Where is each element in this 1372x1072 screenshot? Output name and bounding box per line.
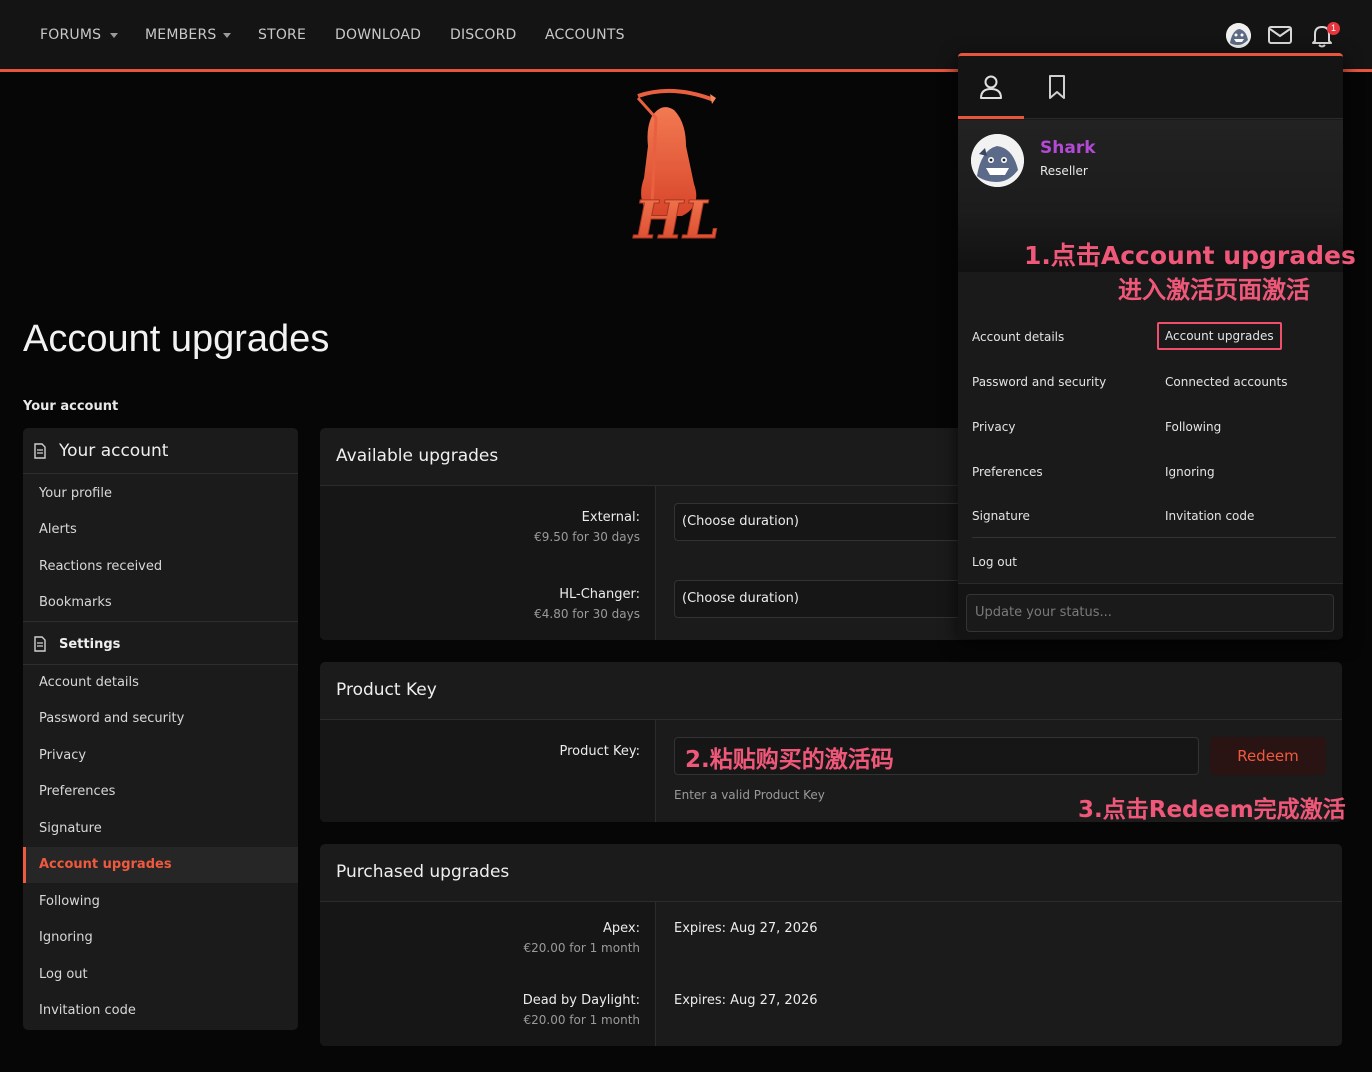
product-key-hint: Enter a valid Product Key	[674, 788, 825, 802]
upgrade-price: €9.50 for 30 days	[534, 530, 640, 544]
sidebar-group-title: Your account	[59, 441, 169, 461]
menu-link-log-out[interactable]: Log out	[972, 555, 1017, 569]
menu-tabs	[958, 56, 1343, 119]
expiry-text: Expires: Aug 27, 2026	[674, 993, 818, 1008]
sidebar-item-log-out[interactable]: Log out	[23, 957, 298, 993]
annotation-step3: 3.点击Redeem完成激活	[1078, 797, 1346, 823]
nav-store[interactable]: STORE	[258, 27, 306, 43]
annotation-step2: 2.粘贴购买的激活码	[685, 747, 894, 773]
menu-link-connected-accounts[interactable]: Connected accounts	[1165, 375, 1288, 389]
user-role: Reseller	[1040, 164, 1088, 178]
annotation-step1-line1: 1.点击Account upgrades	[1024, 241, 1356, 270]
breadcrumb[interactable]: Your account	[23, 399, 118, 414]
sidebar-item-following[interactable]: Following	[23, 884, 298, 920]
annotation-step1-line2: 进入激活页面激活	[1118, 276, 1310, 304]
label-column	[320, 720, 656, 822]
sidebar-item-your-profile[interactable]: Your profile	[23, 476, 298, 512]
upgrade-price: €4.80 for 30 days	[534, 607, 640, 621]
nav-discord[interactable]: DISCORD	[450, 27, 517, 43]
sidebar-item-preferences[interactable]: Preferences	[23, 774, 298, 810]
sidebar-group-settings: Settings	[23, 621, 298, 665]
sidebar-item-ignoring[interactable]: Ignoring	[23, 920, 298, 956]
document-icon	[34, 636, 46, 656]
avatar[interactable]	[1226, 23, 1251, 48]
purchased-price: €20.00 for 1 month	[523, 1013, 640, 1027]
sidebar-item-privacy[interactable]: Privacy	[23, 738, 298, 774]
menu-link-privacy[interactable]: Privacy	[972, 420, 1015, 434]
avatar[interactable]	[971, 134, 1024, 187]
nav-members[interactable]: MEMBERS	[145, 27, 216, 43]
menu-link-account-upgrades[interactable]: Account upgrades	[1157, 322, 1282, 350]
notification-badge: 1	[1327, 22, 1340, 35]
username-link[interactable]: Shark	[1040, 138, 1096, 158]
purchased-label: Dead by Daylight:	[522, 993, 640, 1008]
status-input[interactable]: Update your status...	[966, 594, 1334, 632]
site-logo[interactable]: HL	[622, 88, 734, 252]
nav-forums[interactable]: FORUMS	[40, 27, 101, 43]
purchased-price: €20.00 for 1 month	[523, 941, 640, 955]
tab-account[interactable]	[958, 56, 1024, 119]
chevron-down-icon[interactable]	[110, 33, 118, 38]
sidebar-item-password-security[interactable]: Password and security	[23, 701, 298, 737]
menu-link-account-details[interactable]: Account details	[972, 330, 1064, 344]
menu-link-following[interactable]: Following	[1165, 420, 1221, 434]
product-key-label: Product Key:	[559, 744, 641, 759]
block-title: Product Key	[320, 662, 1342, 720]
sidebar-item-bookmarks[interactable]: Bookmarks	[23, 585, 298, 621]
document-icon	[34, 443, 46, 463]
purchased-upgrades-block: Purchased upgrades Apex: €20.00 for 1 mo…	[320, 844, 1342, 1046]
upgrade-label: External:	[581, 510, 640, 525]
sidebar-item-account-upgrades[interactable]: Account upgrades	[23, 847, 298, 883]
nav-download[interactable]: DOWNLOAD	[335, 27, 421, 43]
sidebar-item-signature[interactable]: Signature	[23, 811, 298, 847]
logo-text: HL	[632, 190, 720, 246]
menu-link-preferences[interactable]: Preferences	[972, 465, 1043, 479]
sidebar-group-your-account: Your account	[23, 428, 298, 474]
chevron-down-icon[interactable]	[223, 33, 231, 38]
expiry-text: Expires: Aug 27, 2026	[674, 921, 818, 936]
sidebar-item-account-details[interactable]: Account details	[23, 665, 298, 701]
sidebar: Your account Your profile Alerts Reactio…	[23, 428, 298, 1030]
divider	[972, 537, 1336, 538]
page-title: Account upgrades	[23, 318, 330, 360]
tab-bookmarks[interactable]	[1024, 56, 1090, 119]
sidebar-item-alerts[interactable]: Alerts	[23, 512, 298, 548]
sidebar-item-invitation-code[interactable]: Invitation code	[23, 993, 298, 1029]
nav-accounts[interactable]: ACCOUNTS	[545, 27, 625, 43]
account-menu-popup: Shark Reseller Account details Password …	[958, 53, 1343, 639]
envelope-icon[interactable]	[1267, 22, 1293, 52]
menu-link-ignoring[interactable]: Ignoring	[1165, 465, 1215, 479]
upgrade-label: HL-Changer:	[559, 587, 640, 602]
menu-link-password-security[interactable]: Password and security	[972, 375, 1106, 389]
menu-link-invitation-code[interactable]: Invitation code	[1165, 509, 1254, 523]
status-area: Update your status...	[958, 583, 1343, 639]
block-title: Purchased upgrades	[320, 844, 1342, 902]
sidebar-item-reactions-received[interactable]: Reactions received	[23, 549, 298, 585]
sidebar-group-title: Settings	[59, 637, 121, 652]
purchased-label: Apex:	[603, 921, 640, 936]
menu-link-signature[interactable]: Signature	[972, 509, 1030, 523]
redeem-button[interactable]: Redeem	[1210, 737, 1326, 775]
